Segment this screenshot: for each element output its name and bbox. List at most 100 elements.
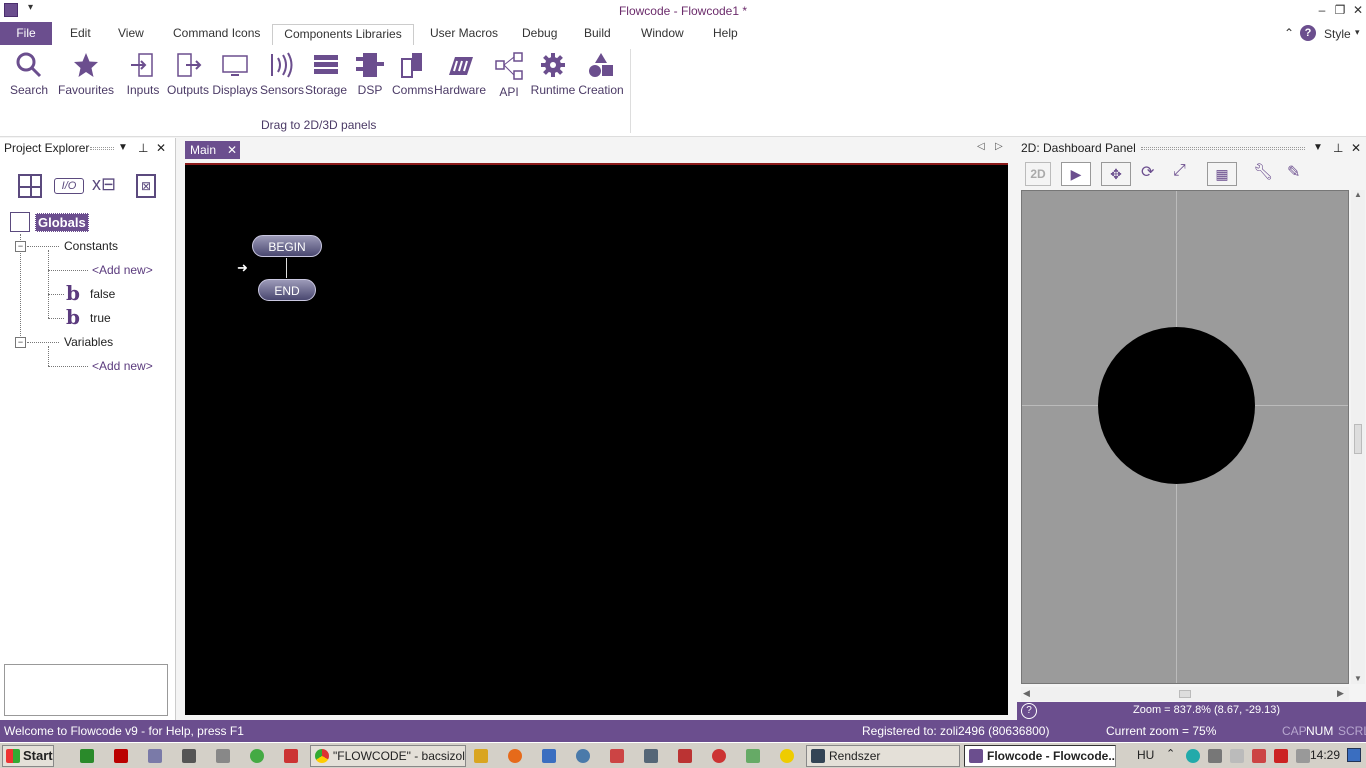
io-icon[interactable]: I/O [54, 178, 84, 194]
dashboard-help-icon[interactable]: ? [1021, 703, 1037, 719]
style-menu[interactable]: Style [1324, 27, 1351, 41]
outputs-button[interactable]: Outputs [166, 51, 210, 97]
clock[interactable]: 14:29 [1310, 748, 1340, 762]
quicklaunch-icon-10[interactable] [576, 749, 590, 763]
quicklaunch-icon-15[interactable] [746, 749, 760, 763]
task-rendszer[interactable]: Rendszer [806, 745, 960, 767]
menu-window[interactable]: Window [633, 22, 692, 45]
pin-icon[interactable]: ⊥ [138, 138, 148, 158]
api-button[interactable]: API [492, 51, 526, 99]
quicklaunch-icon-1[interactable] [80, 749, 94, 763]
tab-scroll-right-icon[interactable]: ▷ [995, 141, 1003, 152]
vertical-scrollbar[interactable]: ▲ ▼ [1351, 190, 1365, 684]
rotate-icon[interactable]: ⟳ [1141, 162, 1154, 182]
minimize-button[interactable]: – [1313, 1, 1331, 19]
quicklaunch-icon-4[interactable] [182, 749, 196, 763]
quicklaunch-icon-8[interactable] [474, 749, 488, 763]
grid-snap-icon[interactable]: ▦ [1207, 162, 1237, 186]
sensors-button[interactable]: Sensors [260, 51, 304, 97]
style-dropdown-icon[interactable]: ▾ [1355, 27, 1360, 38]
volume-icon[interactable] [1296, 749, 1310, 763]
brush-icon[interactable]: ✎ [1287, 162, 1300, 182]
quicklaunch-icon-3[interactable] [148, 749, 162, 763]
language-indicator[interactable]: HU [1137, 748, 1154, 762]
flowchart-canvas[interactable]: BEGIN END ➜ [185, 163, 1008, 715]
tray-icon-1[interactable] [1186, 749, 1200, 763]
dsp-button[interactable]: DSP [352, 51, 388, 97]
menu-user-macros[interactable]: User Macros [422, 22, 506, 45]
show-desktop-icon[interactable] [1347, 748, 1361, 762]
variables-node[interactable]: Variables [64, 335, 113, 349]
horizontal-scrollbar[interactable]: ◀ ▶ [1021, 687, 1349, 701]
scroll-right-icon[interactable]: ▶ [1337, 688, 1344, 699]
comms-button[interactable]: Comms [392, 51, 433, 97]
constants-node[interactable]: Constants [64, 239, 118, 253]
menu-edit[interactable]: Edit [62, 22, 99, 45]
tab-scroll-left-icon[interactable]: ◁ [977, 141, 985, 152]
constants-collapse-icon[interactable]: − [15, 241, 26, 252]
delete-icon[interactable]: ⊠ [136, 174, 156, 198]
pointer-icon[interactable]: ▶ [1061, 162, 1091, 186]
quicklaunch-icon-6[interactable] [250, 749, 264, 763]
close-tab-icon[interactable]: ✕ [227, 141, 237, 159]
mode-2d-button[interactable]: 2D [1025, 162, 1051, 186]
variables-collapse-icon[interactable]: − [15, 337, 26, 348]
tray-icon-3[interactable] [1252, 749, 1266, 763]
scroll-up-icon[interactable]: ▲ [1354, 190, 1362, 199]
dropdown-icon[interactable]: ▼ [118, 138, 128, 158]
tray-icon-4[interactable] [1274, 749, 1288, 763]
scroll-thumb[interactable] [1179, 690, 1191, 698]
scroll-left-icon[interactable]: ◀ [1023, 688, 1030, 699]
dropdown-icon[interactable]: ▼ [1313, 138, 1323, 158]
quicklaunch-icon-11[interactable] [610, 749, 624, 763]
constant-true[interactable]: true [90, 311, 111, 325]
task-chrome[interactable]: "FLOWCODE" - bacsizoli... [310, 745, 466, 767]
collapse-ribbon-icon[interactable]: ⌃ [1284, 26, 1294, 40]
globals-node[interactable]: Globals [35, 213, 89, 232]
task-flowcode[interactable]: Flowcode - Flowcode... [964, 745, 1116, 767]
quicklaunch-icon-7[interactable] [284, 749, 298, 763]
pin-icon[interactable]: ⊥ [1333, 138, 1343, 158]
menu-components-libraries[interactable]: Components Libraries [272, 24, 414, 45]
quicklaunch-icon-5[interactable] [216, 749, 230, 763]
grid-icon[interactable] [18, 174, 42, 198]
start-button[interactable]: Start [2, 745, 54, 767]
pan-icon[interactable]: ✥ [1101, 162, 1131, 186]
scroll-down-icon[interactable]: ▼ [1354, 674, 1362, 683]
wrench-icon[interactable]: 🔧︎ [1253, 162, 1273, 182]
creation-button[interactable]: Creation [578, 51, 624, 97]
dashboard-canvas[interactable] [1021, 190, 1349, 684]
hardware-button[interactable]: Hardware [434, 51, 486, 97]
close-icon[interactable]: ✕ [1351, 138, 1361, 158]
tray-expand-icon[interactable]: ⌃ [1166, 747, 1175, 760]
quicklaunch-icon-13[interactable] [678, 749, 692, 763]
help-icon[interactable]: ? [1300, 25, 1316, 41]
quicklaunch-icon-16[interactable] [780, 749, 794, 763]
menu-help[interactable]: Help [705, 22, 746, 45]
displays-button[interactable]: Displays [212, 51, 258, 97]
add-new-variable[interactable]: <Add new> [92, 359, 153, 373]
menu-view[interactable]: View [110, 22, 152, 45]
quicklaunch-icon-14[interactable] [712, 749, 726, 763]
close-icon[interactable]: ✕ [156, 138, 166, 158]
scroll-thumb[interactable] [1354, 424, 1362, 454]
constant-false[interactable]: false [90, 287, 115, 301]
inputs-button[interactable]: Inputs [124, 51, 162, 97]
search-button[interactable]: Search [8, 51, 50, 97]
tray-icon-2[interactable] [1208, 749, 1222, 763]
close-button[interactable]: ✕ [1349, 1, 1366, 19]
storage-button[interactable]: Storage [304, 51, 348, 97]
quicklaunch-icon-9[interactable] [542, 749, 556, 763]
zoom-fit-icon[interactable]: ⤢ [1173, 162, 1186, 180]
black-circle-component[interactable] [1098, 327, 1255, 484]
tab-main[interactable]: Main ✕ [185, 141, 240, 159]
begin-block[interactable]: BEGIN [252, 235, 322, 257]
quicklaunch-icon-12[interactable] [644, 749, 658, 763]
menu-debug[interactable]: Debug [514, 22, 565, 45]
network-icon[interactable] [1230, 749, 1244, 763]
variables-icon[interactable]: x⊟ [92, 174, 116, 195]
add-new-constant[interactable]: <Add new> [92, 263, 153, 277]
end-block[interactable]: END [258, 279, 316, 301]
quicklaunch-icon-2[interactable] [114, 749, 128, 763]
menu-file[interactable]: File [0, 22, 52, 45]
